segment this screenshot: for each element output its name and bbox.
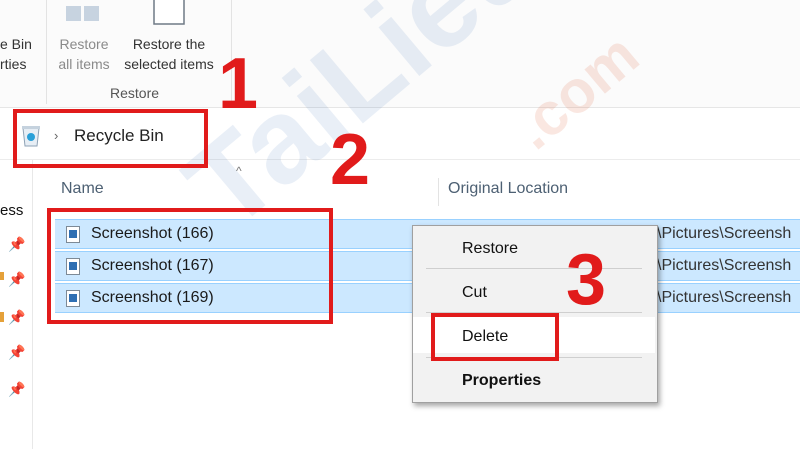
annotation-box-files bbox=[47, 208, 333, 324]
menu-item-properties[interactable]: Properties bbox=[462, 372, 541, 390]
ribbon-divider bbox=[46, 0, 47, 104]
column-divider[interactable] bbox=[438, 178, 439, 206]
column-header-name[interactable]: Name bbox=[61, 180, 104, 198]
annotation-number-2: 2 bbox=[330, 120, 371, 200]
annotation-box-address bbox=[13, 109, 208, 168]
pin-icon: 📌 bbox=[8, 381, 26, 397]
ribbon-group-label: Restore bbox=[110, 85, 160, 101]
restore-all-items-button[interactable]: Restore all items bbox=[52, 34, 116, 74]
file-location: \Pictures\Screensh bbox=[657, 257, 792, 274]
pin-icon: 📌 bbox=[8, 236, 26, 252]
nav-item-quick-access[interactable]: ess bbox=[0, 202, 23, 219]
menu-item-cut[interactable]: Cut bbox=[462, 284, 487, 302]
restore-selected-items-button[interactable]: Restore the selected items bbox=[118, 34, 220, 74]
annotation-number-1: 1 bbox=[218, 44, 259, 124]
folder-icon bbox=[0, 312, 4, 322]
file-location: \Pictures\Screensh bbox=[657, 289, 792, 306]
pin-icon: 📌 bbox=[8, 344, 26, 360]
restore-selected-icon bbox=[152, 0, 186, 26]
menu-separator bbox=[426, 268, 642, 269]
annotation-number-3: 3 bbox=[566, 240, 607, 320]
pin-icon: 📌 bbox=[8, 309, 26, 325]
annotation-box-delete bbox=[431, 313, 559, 361]
restore-all-icon bbox=[64, 0, 102, 26]
menu-item-restore[interactable]: Restore bbox=[462, 240, 518, 258]
recycle-bin-properties-button[interactable]: e Bin rties bbox=[0, 34, 36, 74]
column-header-original-location[interactable]: Original Location bbox=[448, 180, 568, 198]
file-location: \Pictures\Screensh bbox=[657, 225, 792, 242]
pin-icon: 📌 bbox=[8, 271, 26, 287]
folder-icon bbox=[0, 272, 4, 280]
